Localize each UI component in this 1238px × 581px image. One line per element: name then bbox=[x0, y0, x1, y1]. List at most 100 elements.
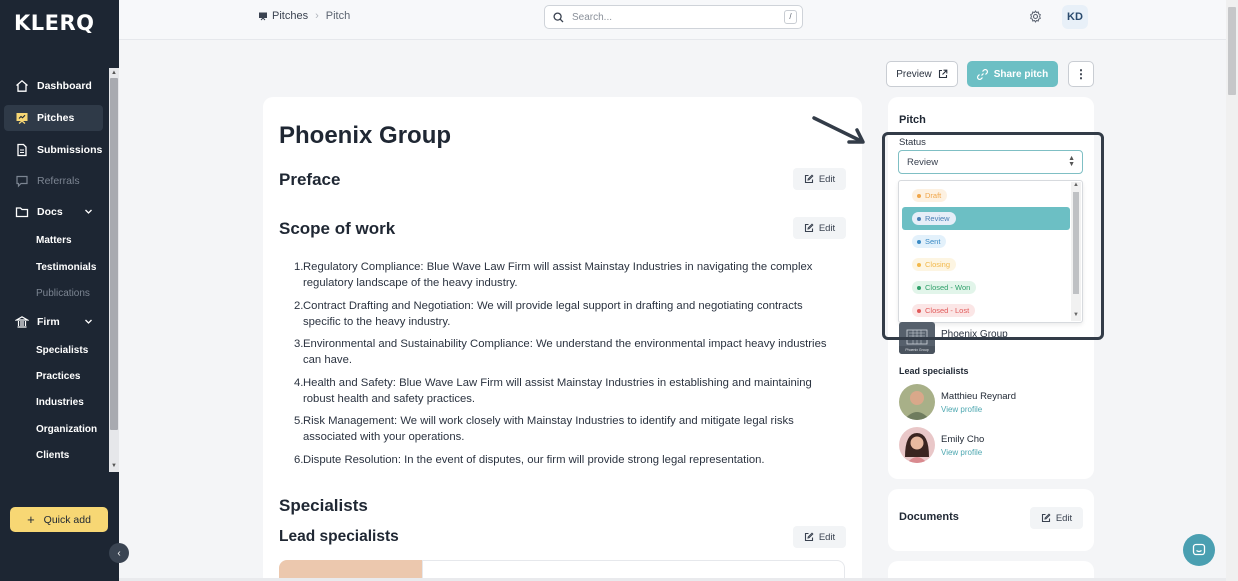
list-item-text: Environmental and Sustainability Complia… bbox=[303, 338, 827, 366]
sidebar: KLERQ Dashboard Pitches Submissions Refe… bbox=[0, 0, 129, 581]
list-number: 1. bbox=[294, 261, 304, 273]
folder-icon bbox=[14, 204, 30, 220]
search-shortcut-key: / bbox=[784, 10, 797, 24]
plus-icon: + bbox=[27, 512, 35, 527]
preview-button[interactable]: Preview bbox=[886, 61, 958, 87]
sidebar-subitem-matters[interactable]: Matters bbox=[36, 235, 72, 246]
list-item: 1. Regulatory Compliance: Blue Wave Law F… bbox=[294, 259, 843, 291]
list-item: 4. Health and Safety: Blue Wave Law Firm … bbox=[294, 375, 843, 407]
annotation-highlight-box bbox=[882, 132, 1104, 340]
quick-add-label: Quick add bbox=[43, 513, 91, 526]
edit-scope-button[interactable]: Edit bbox=[793, 217, 846, 239]
list-item-text: Dispute Resolution: In the event of disp… bbox=[303, 453, 765, 466]
page-scroll-thumb[interactable] bbox=[1228, 7, 1236, 95]
view-profile-link[interactable]: View profile bbox=[941, 405, 982, 414]
sidebar-item-label: Submissions bbox=[37, 144, 103, 156]
list-item: 2. Contract Drafting and Negotiation: We … bbox=[294, 298, 843, 330]
edit-preface-button[interactable]: Edit bbox=[793, 168, 846, 190]
avatar[interactable] bbox=[899, 427, 935, 463]
annotation-arrow-icon bbox=[812, 116, 865, 144]
search-icon bbox=[553, 11, 564, 23]
edit-label: Edit bbox=[818, 222, 836, 234]
breadcrumb-pitches[interactable]: Pitches bbox=[272, 10, 308, 22]
list-number: 2. bbox=[294, 299, 304, 312]
user-avatar[interactable]: KD bbox=[1062, 5, 1088, 29]
avatar[interactable] bbox=[899, 384, 935, 420]
chat-icon bbox=[1192, 543, 1206, 557]
sidebar-subitem-publications[interactable]: Publications bbox=[36, 288, 90, 299]
sidebar-subitem-specialists[interactable]: Specialists bbox=[36, 345, 88, 356]
sidebar-item-docs[interactable]: Docs bbox=[4, 199, 103, 225]
breadcrumb-separator-icon: › bbox=[315, 10, 319, 22]
list-number: 3. bbox=[294, 338, 304, 350]
list-item: 6. Dispute Resolution: In the event of di… bbox=[294, 452, 843, 468]
specialist-name: Emily Cho bbox=[941, 434, 985, 445]
gear-icon[interactable] bbox=[1029, 10, 1042, 28]
documents-title: Documents bbox=[899, 511, 959, 523]
search-input[interactable]: Search... / bbox=[544, 5, 803, 29]
sidebar-item-label: Firm bbox=[37, 316, 60, 328]
view-profile-link[interactable]: View profile bbox=[941, 448, 982, 457]
sidebar-subitem-organization[interactable]: Organization bbox=[36, 424, 97, 435]
edit-icon bbox=[804, 223, 819, 233]
list-item-text: Risk Management: We will work closely wi… bbox=[303, 415, 794, 443]
pitches-icon bbox=[258, 11, 268, 21]
lead-specialists-title: Lead specialists bbox=[899, 366, 969, 376]
page-scrollbar[interactable] bbox=[1226, 0, 1238, 581]
edit-label: Edit bbox=[1055, 512, 1073, 524]
external-link-icon bbox=[938, 69, 948, 79]
list-item: 5. Risk Management: We will work closely … bbox=[294, 413, 843, 445]
specialist-name: Matthieu Reynard bbox=[941, 391, 1016, 402]
list-number: 4. bbox=[294, 376, 304, 389]
sidebar-subitem-industries[interactable]: Industries bbox=[36, 397, 84, 408]
quick-add-button[interactable]: + Quick add bbox=[10, 507, 108, 532]
top-bar: Pitches › Pitch Search... / KD bbox=[119, 0, 1226, 40]
sidebar-item-referrals[interactable]: Referrals bbox=[4, 168, 103, 194]
edit-label: Edit bbox=[818, 531, 836, 543]
client-logo-caption: Phoenix Group bbox=[899, 346, 935, 354]
sidebar-item-firm[interactable]: Firm bbox=[4, 309, 103, 335]
home-icon bbox=[14, 78, 30, 94]
list-item-text: Health and Safety: Blue Wave Law Firm wi… bbox=[303, 376, 812, 405]
chevron-down-icon bbox=[84, 207, 93, 219]
edit-label: Edit bbox=[818, 173, 836, 185]
breadcrumb-pitch: Pitch bbox=[325, 10, 351, 22]
sidebar-item-label: Dashboard bbox=[37, 80, 92, 92]
sidebar-item-label: Pitches bbox=[37, 112, 75, 124]
scope-of-work-list: 1. Regulatory Compliance: Blue Wave Law F… bbox=[294, 259, 843, 474]
sidebar-item-submissions[interactable]: Submissions bbox=[4, 137, 103, 163]
collapse-sidebar-button[interactable]: ‹ bbox=[109, 543, 129, 563]
edit-icon bbox=[804, 532, 819, 542]
list-item: 3. Environmental and Sustainability Compl… bbox=[294, 336, 843, 368]
scroll-down-arrow-icon[interactable]: ▼ bbox=[110, 462, 118, 470]
support-chat-button[interactable] bbox=[1183, 534, 1215, 566]
share-pitch-label: Share pitch bbox=[993, 68, 1049, 80]
app-logo[interactable]: KLERQ bbox=[14, 11, 95, 35]
edit-documents-button[interactable]: Edit bbox=[1030, 507, 1083, 529]
chevron-down-icon bbox=[84, 317, 93, 329]
preview-label: Preview bbox=[896, 68, 932, 80]
scroll-up-arrow-icon[interactable]: ▲ bbox=[110, 69, 118, 77]
list-number: 5. bbox=[294, 415, 304, 427]
sidebar-subitem-clients[interactable]: Clients bbox=[36, 450, 69, 461]
link-icon bbox=[976, 68, 988, 80]
list-item-text: Regulatory Compliance: Blue Wave Law Fir… bbox=[303, 261, 813, 289]
more-vertical-icon: ⋮ bbox=[1075, 67, 1087, 81]
share-pitch-button[interactable]: Share pitch bbox=[967, 61, 1058, 87]
preface-heading: Preface bbox=[279, 170, 341, 189]
sidebar-item-dashboard[interactable]: Dashboard bbox=[4, 73, 103, 99]
search-placeholder: Search... bbox=[572, 11, 613, 23]
sidebar-subitem-testimonials[interactable]: Testimonials bbox=[36, 262, 96, 273]
sidebar-subitem-practices[interactable]: Practices bbox=[36, 371, 80, 382]
edit-icon bbox=[1041, 513, 1056, 523]
bank-icon bbox=[14, 314, 30, 330]
edit-icon bbox=[804, 174, 819, 184]
sidebar-item-pitches[interactable]: Pitches bbox=[4, 105, 103, 131]
scope-of-work-heading: Scope of work bbox=[279, 219, 396, 238]
pitches-icon bbox=[14, 110, 30, 126]
list-item-text: Contract Drafting and Negotiation: We wi… bbox=[303, 299, 803, 328]
edit-lead-specialists-button[interactable]: Edit bbox=[793, 526, 846, 548]
more-options-button[interactable]: ⋮ bbox=[1068, 61, 1094, 87]
sidebar-scroll-thumb[interactable] bbox=[110, 78, 118, 430]
side-panel-title: Pitch bbox=[899, 114, 926, 126]
